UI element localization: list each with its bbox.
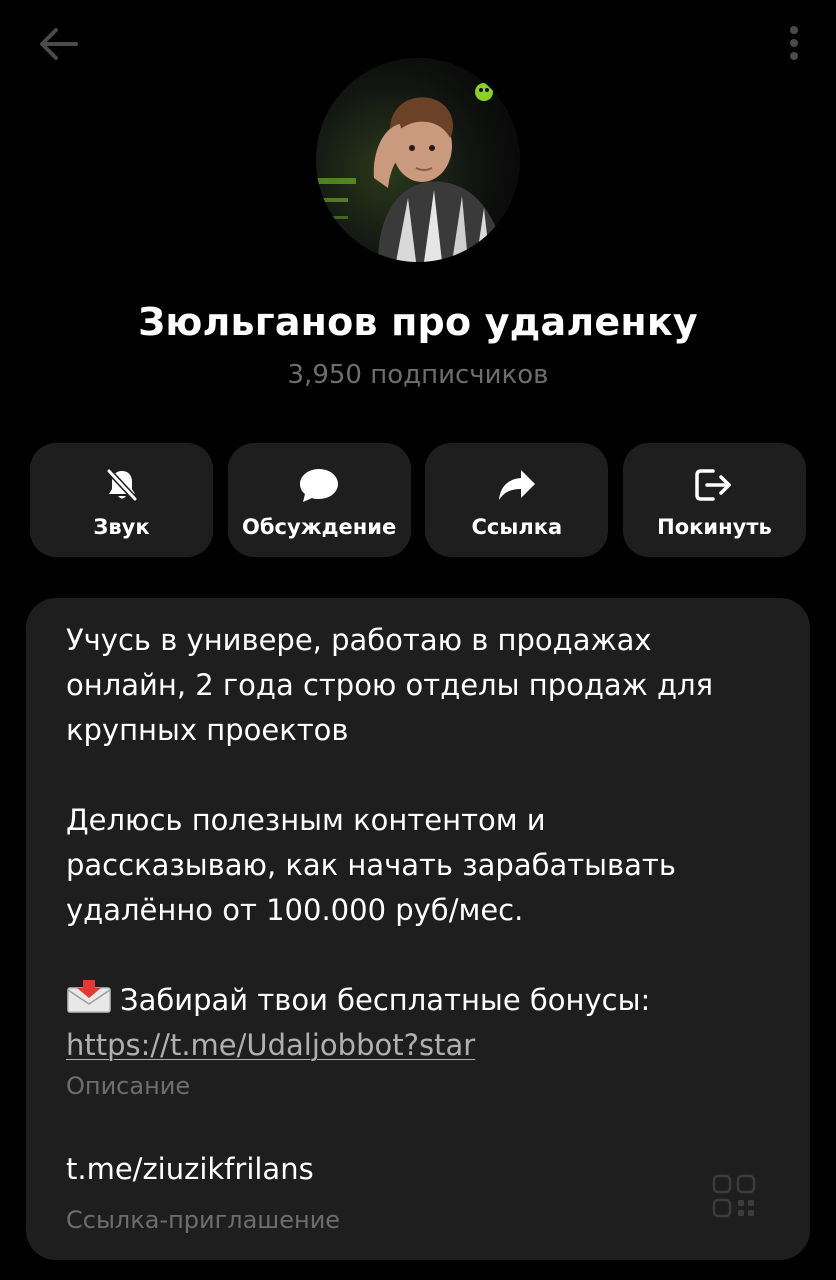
more-vertical-icon: [790, 26, 798, 60]
link-label: Ссылка: [471, 515, 563, 539]
action-buttons: Звук Обсуждение Ссылка Покинуть: [30, 443, 806, 557]
discussion-label: Обсуждение: [242, 515, 397, 539]
bonus-link[interactable]: https://t.me/Udaljobbot?star: [66, 1028, 475, 1062]
description-line: удалённо от 100.000 руб/мес.: [66, 893, 524, 927]
invite-link-caption: Ссылка-приглашение: [66, 1206, 341, 1234]
incoming-envelope-icon: [67, 980, 111, 1013]
channel-info-card: Учусь в универе, работаю в продажах онла…: [26, 598, 810, 1260]
channel-description: Учусь в универе, работаю в продажах онла…: [66, 618, 786, 1068]
description-caption: Описание: [66, 1072, 191, 1100]
subscriber-count: 3,950 подписчиков: [287, 360, 549, 390]
qr-code-button[interactable]: [712, 1174, 756, 1218]
invite-link[interactable]: t.me/ziuzikfrilans: [66, 1152, 314, 1186]
bonus-text: Забирай твои бесплатные бонусы:: [120, 983, 651, 1017]
bonus-line: Забирай твои бесплатные бонусы:: [66, 978, 786, 1023]
channel-avatar-photo: [316, 58, 520, 262]
leave-label: Покинуть: [657, 515, 772, 539]
description-line: Учусь в универе, работаю в продажах: [66, 623, 652, 657]
bell-off-icon: [105, 468, 138, 502]
arrow-left-icon: [40, 28, 78, 60]
leave-icon: [695, 469, 732, 501]
description-line: Делюсь полезным контентом и: [66, 803, 546, 837]
channel-avatar[interactable]: [316, 58, 520, 262]
description-line: онлайн, 2 года строю отделы продаж для: [66, 668, 714, 702]
more-options-button[interactable]: [782, 20, 806, 66]
channel-info-screen: Зюльганов про удаленку 3,950 подписчиков…: [0, 0, 836, 1280]
link-button[interactable]: Ссылка: [425, 443, 609, 557]
description-line: крупных проектов: [66, 713, 349, 747]
description-line: рассказываю, как начать зарабатывать: [66, 848, 676, 882]
sound-button[interactable]: Звук: [30, 443, 213, 557]
discussion-button[interactable]: Обсуждение: [227, 443, 411, 557]
channel-title: Зюльганов про удаленку: [138, 300, 698, 344]
leave-button[interactable]: Покинуть: [622, 443, 806, 557]
qr-code-icon: [712, 1174, 756, 1218]
back-button[interactable]: [34, 22, 82, 66]
chat-bubble-icon: [300, 469, 339, 502]
share-arrow-icon: [498, 470, 535, 500]
sound-label: Звук: [93, 515, 150, 539]
